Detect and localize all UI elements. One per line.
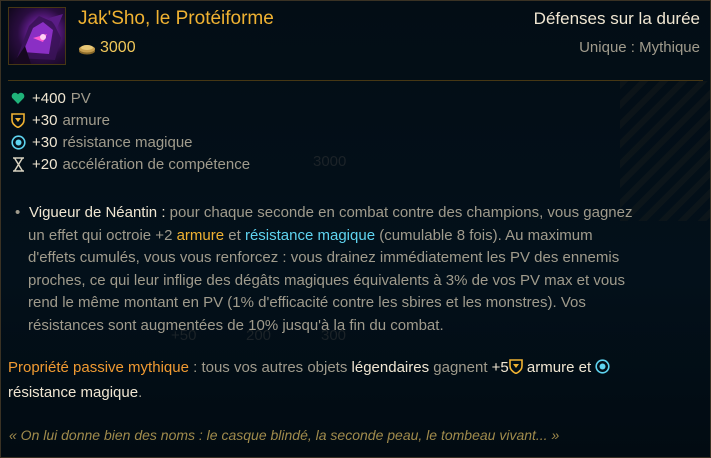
tooltip-header: Jak'Sho, le Protéiforme 3000 Défenses su… (1, 1, 710, 77)
stat-label: PV (70, 89, 91, 107)
stat-label: armure (62, 111, 110, 129)
gold-icon (78, 42, 96, 55)
item-tooltip: 3000 +50 200 300 Jak'Sho, le Protéiforme (0, 0, 711, 458)
mythic-text: gagnent (429, 359, 492, 376)
passive-text: (cumulable 8 fois). Au maximum (375, 226, 593, 244)
mythic-text: : tous vos autres objets (188, 359, 352, 376)
stat-magic-resist: +30 résistance magique (9, 131, 250, 153)
passive-text: rend le même montant en PV (1% d'efficac… (28, 294, 586, 312)
stat-value: +400 (32, 89, 66, 107)
mythic-passive-name: Propriété passive mythique (8, 359, 189, 376)
magic-resist-icon (9, 134, 27, 150)
price-value: 3000 (100, 39, 136, 56)
passive-text: et (224, 226, 245, 244)
item-rarity: Unique : Mythique (579, 39, 700, 56)
passive-text: résistances sont augmentées de 10% jusqu… (28, 316, 444, 334)
legendary-keyword: légendaires (351, 359, 430, 376)
background-pattern (620, 81, 710, 221)
item-category: Défenses sur la durée (533, 9, 700, 28)
stats-list: +400 PV +30 armure +30 résistance magiqu… (9, 87, 250, 175)
header-divider (8, 80, 703, 81)
item-icon (8, 7, 66, 65)
heart-icon (9, 90, 27, 106)
passive-text: proches, ce qui leur inflige des dégâts … (28, 271, 626, 289)
magic-resist-icon (595, 359, 610, 382)
mythic-text: et (574, 359, 596, 376)
stat-value: +30 (32, 133, 58, 151)
stat-value: +30 (32, 111, 58, 129)
mythic-passive: Propriété passive mythique : tous vos au… (8, 357, 698, 404)
passive-text: d'effets cumulés, vous vous renforcez : … (28, 249, 620, 267)
armor-shield-icon (9, 112, 27, 128)
item-name: Jak'Sho, le Protéiforme (78, 8, 274, 29)
stat-value: +20 (32, 155, 58, 173)
mythic-bonus-value: +5 (491, 359, 509, 376)
mythic-armor: armure (522, 359, 575, 376)
stat-label: résistance magique (62, 133, 193, 151)
passive-name: Vigueur de Néantin : (29, 204, 166, 221)
passive-text: un effet qui octroie +2 (28, 226, 177, 244)
passive-text: pour chaque seconde en combat contre des… (165, 204, 633, 221)
stat-armor: +30 armure (9, 109, 250, 131)
mythic-magic-resist: résistance magique (8, 383, 139, 401)
mythic-text: . (138, 383, 143, 401)
armor-shield-icon (508, 359, 523, 382)
item-price: 3000 (78, 39, 136, 57)
armor-keyword: armure (176, 226, 225, 244)
stat-label: accélération de compétence (62, 155, 251, 173)
stat-health: +400 PV (9, 87, 250, 109)
stat-ability-haste: +20 accélération de compétence (9, 153, 250, 175)
hourglass-icon (9, 156, 27, 172)
magic-resist-keyword: résistance magique (244, 226, 376, 244)
passive-description: • Vigueur de Néantin : pour chaque second… (15, 202, 705, 338)
bullet-icon: • (15, 204, 21, 221)
flavor-quote: « On lui donne bien des noms : le casque… (9, 427, 560, 443)
background-price: 3000 (313, 153, 347, 170)
